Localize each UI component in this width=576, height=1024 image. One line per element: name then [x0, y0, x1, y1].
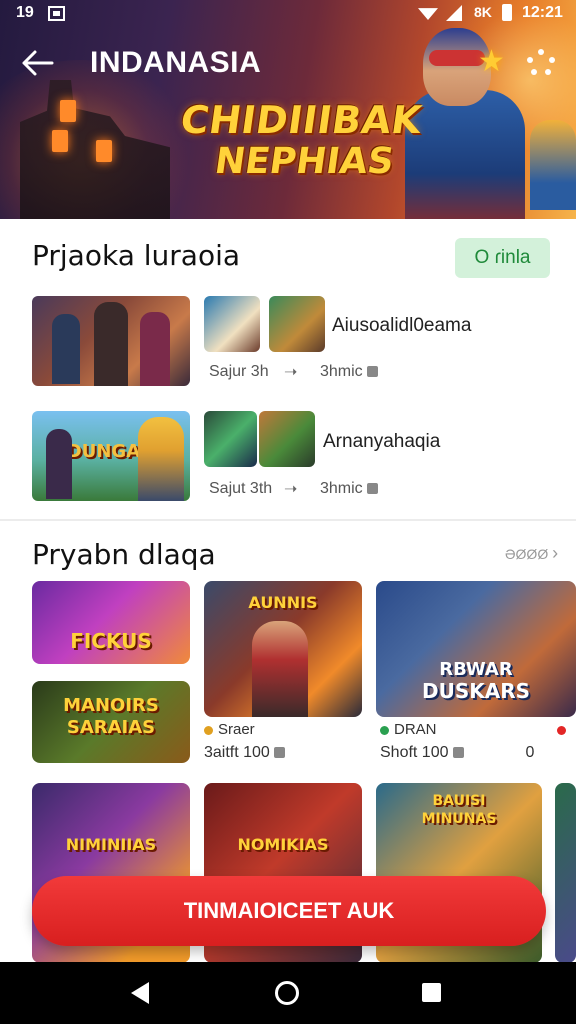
- nav-recents-icon[interactable]: [422, 983, 441, 1002]
- card-tag: DRAN: [394, 721, 437, 738]
- game-card[interactable]: MANOIRS SARAIAS: [32, 681, 190, 763]
- lock-icon: [452, 747, 464, 759]
- game-title[interactable]: Arnanyahaqia: [323, 431, 440, 453]
- fire-window: [96, 140, 112, 162]
- arrow-right-icon: ➝: [284, 481, 298, 498]
- hero-title-line2: NEPHIAS: [212, 140, 397, 182]
- section-divider: [0, 519, 576, 521]
- status-badge[interactable]: O ɾinla: [455, 238, 550, 278]
- game-screenshot[interactable]: [204, 411, 257, 467]
- nav-back-icon[interactable]: [131, 982, 149, 1004]
- status-bar: 19 8K 12:21: [0, 0, 576, 28]
- card-meta: 3aitft 100: [204, 744, 270, 761]
- status-dot-icon: [380, 725, 389, 735]
- app-title: INDANASIA: [90, 46, 262, 79]
- status-dot-icon: [556, 725, 566, 735]
- game-meta-time: Sajut 3th: [209, 480, 273, 497]
- status-clock: 12:21: [522, 4, 563, 21]
- game-screenshot[interactable]: [204, 296, 260, 352]
- back-arrow-icon[interactable]: [20, 48, 56, 78]
- arrow-right-icon: ➝: [284, 364, 298, 381]
- game-title[interactable]: Aiusoalidl0eama: [332, 315, 471, 337]
- status-dot-icon: [204, 725, 213, 735]
- game-card[interactable]: RBWAR DUSKARS: [376, 581, 576, 717]
- status-time: 19: [16, 4, 34, 21]
- game-card[interactable]: FICKUS: [32, 581, 190, 664]
- chevron-right-icon: ›: [552, 543, 559, 563]
- section-title: Prjaoka luraoia: [32, 239, 241, 272]
- nav-home-icon[interactable]: [275, 981, 299, 1005]
- game-thumbnail[interactable]: DUNGAN: [32, 411, 190, 501]
- game-screenshot[interactable]: [269, 296, 325, 352]
- lock-icon: [366, 483, 378, 495]
- game-thumbnail[interactable]: [32, 296, 190, 386]
- see-all-link[interactable]: ƏØØØ ›: [505, 543, 558, 564]
- card-tag: Sraer: [218, 721, 255, 738]
- more-dots-icon[interactable]: [526, 48, 556, 78]
- game-screenshot[interactable]: [259, 411, 315, 467]
- game-card[interactable]: AUNNIS: [204, 581, 362, 717]
- network-label: 8K: [474, 4, 492, 20]
- lock-icon: [366, 366, 378, 378]
- hero-title-line1: CHIDIIIBAK: [177, 98, 425, 142]
- card-meta: Shoft 100: [380, 744, 449, 761]
- fire-window: [60, 100, 76, 122]
- fire-window: [52, 130, 68, 152]
- lock-icon: [273, 747, 285, 759]
- system-nav-bar: [0, 962, 576, 1024]
- hero-title: CHIDIIIBAK NEPHIAS: [172, 98, 425, 182]
- hero-banner[interactable]: ★ CHIDIIIBAK NEPHIAS 19 8K 12:21 INDANAS…: [0, 0, 576, 219]
- game-meta-size: 3hmic: [320, 363, 378, 381]
- wifi-icon: [418, 8, 438, 20]
- section-title: Pryabn dlaqa: [32, 538, 216, 571]
- game-meta-size: 3hmic: [320, 480, 378, 498]
- app-bar: INDANASIA: [0, 38, 576, 88]
- side-character: [530, 120, 576, 210]
- game-meta-time: Sajur 3h: [209, 363, 269, 380]
- primary-cta-button[interactable]: TINMAIOICEET AUK: [32, 876, 546, 946]
- notification-icon: [48, 6, 65, 21]
- card-info: Sraer 3aitft 100: [204, 721, 362, 765]
- card-info: DRAN Shoft 100 0: [380, 721, 576, 765]
- featured-section: Prjaoka luraoia O ɾinla Aiusoalidl0eama …: [0, 219, 576, 521]
- signal-icon: [446, 5, 462, 21]
- battery-icon: [502, 4, 512, 21]
- game-card[interactable]: [555, 783, 576, 963]
- card-meta-peek: 0: [525, 744, 535, 761]
